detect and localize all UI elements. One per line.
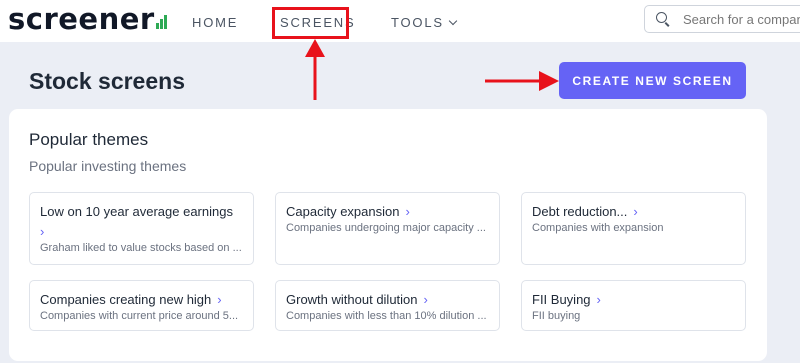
theme-description: Companies undergoing major capacity ... bbox=[286, 222, 486, 234]
themes-subtitle: Popular investing themes bbox=[29, 158, 187, 174]
theme-arrow-row: › bbox=[40, 223, 243, 241]
theme-card[interactable]: Low on 10 year average earnings › Graham… bbox=[29, 192, 254, 265]
search-input[interactable] bbox=[683, 11, 800, 27]
logo-bars-icon bbox=[155, 15, 167, 29]
company-search[interactable] bbox=[644, 5, 800, 33]
theme-name: FII Buying › bbox=[532, 292, 601, 307]
theme-card[interactable]: Companies creating new high › Companies w… bbox=[29, 280, 254, 331]
annotation-highlight-box bbox=[272, 7, 349, 39]
top-navbar: screener HOME SCREENS TOOLS bbox=[0, 0, 800, 42]
page-title: Stock screens bbox=[29, 68, 185, 94]
theme-card[interactable]: FII Buying › FII buying bbox=[521, 280, 746, 331]
annotation-arrow-right bbox=[485, 71, 559, 91]
logo-text: screener bbox=[8, 2, 155, 36]
chevron-down-icon bbox=[448, 16, 458, 25]
chevron-right-icon: › bbox=[217, 292, 222, 307]
theme-description: Companies with current price around 5... bbox=[40, 310, 239, 322]
popular-themes-card: Popular themes Popular investing themes … bbox=[9, 109, 767, 361]
search-icon bbox=[656, 12, 670, 27]
theme-name: Capacity expansion › bbox=[286, 204, 410, 219]
screener-logo[interactable]: screener bbox=[8, 4, 167, 34]
chevron-right-icon: › bbox=[423, 292, 428, 307]
nav-home[interactable]: HOME bbox=[192, 15, 238, 30]
annotation-arrow-up bbox=[305, 39, 325, 100]
theme-card[interactable]: Debt reduction... › Companies with expans… bbox=[521, 192, 746, 265]
theme-description: FII buying bbox=[532, 310, 581, 322]
chevron-right-icon: › bbox=[40, 224, 45, 239]
theme-description: Graham liked to value stocks based on ..… bbox=[40, 242, 242, 254]
nav-tools-label: TOOLS bbox=[391, 15, 444, 30]
theme-description: Companies with expansion bbox=[532, 222, 664, 234]
theme-description: Companies with less than 10% dilution ..… bbox=[286, 310, 487, 322]
theme-name: Companies creating new high › bbox=[40, 292, 222, 307]
theme-card[interactable]: Capacity expansion › Companies undergoing… bbox=[275, 192, 500, 265]
theme-name: Low on 10 year average earnings bbox=[40, 204, 233, 219]
themes-title: Popular themes bbox=[29, 130, 149, 149]
theme-card[interactable]: Growth without dilution › Companies with … bbox=[275, 280, 500, 331]
chevron-right-icon: › bbox=[633, 204, 638, 219]
theme-name: Debt reduction... › bbox=[532, 204, 638, 219]
create-new-screen-button[interactable]: CREATE NEW SCREEN bbox=[559, 62, 746, 99]
nav-tools[interactable]: TOOLS bbox=[391, 15, 458, 30]
chevron-right-icon: › bbox=[405, 204, 410, 219]
chevron-right-icon: › bbox=[596, 292, 601, 307]
theme-name: Growth without dilution › bbox=[286, 292, 428, 307]
